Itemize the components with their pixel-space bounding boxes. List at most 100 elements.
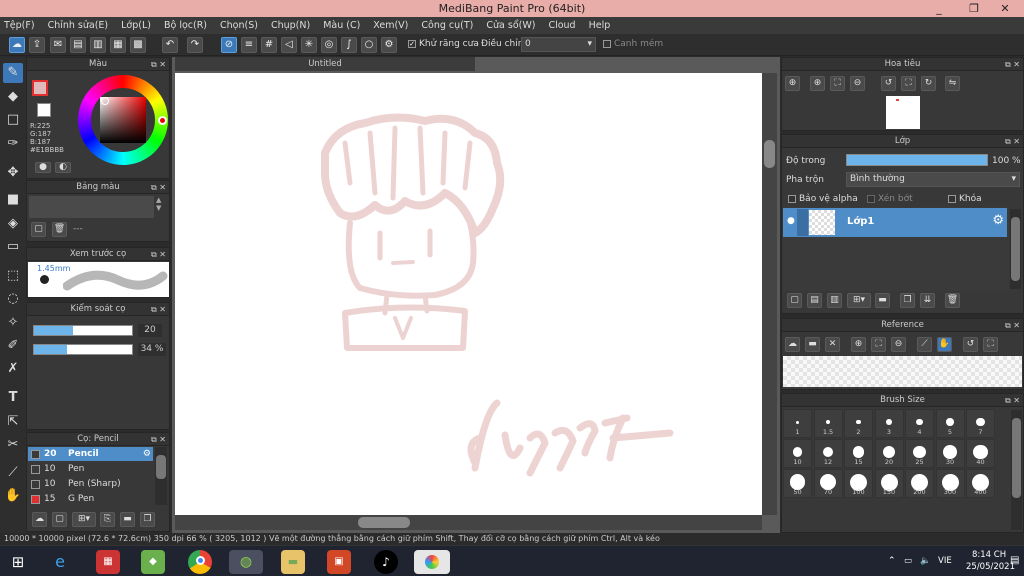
antialias-checkbox[interactable]: ✓	[408, 39, 416, 48]
reset-view-icon[interactable]: ⛶	[901, 76, 916, 91]
layer-folder-icon[interactable]: ▬	[875, 293, 890, 308]
circle-snap-icon[interactable]: ◎	[321, 37, 337, 53]
brush-size-cell[interactable]: 400	[966, 469, 995, 498]
brush-size-cell[interactable]: 50	[783, 469, 812, 498]
document-tab[interactable]: Untitled	[175, 57, 475, 71]
brush-item-pencil[interactable]: 20 Pencil ⚙	[28, 447, 153, 461]
zoom-out-icon[interactable]: ⊖	[850, 76, 865, 91]
brush-size-scrollbar[interactable]	[1011, 410, 1022, 530]
add-brush-icon[interactable]: ⊞▾	[72, 512, 96, 527]
eraser-tool-icon[interactable]: ◆	[3, 87, 23, 107]
select-eraser-tool-icon[interactable]: ✗	[3, 359, 23, 379]
layer-row[interactable]: ● Lớp1 ⚙	[783, 208, 1007, 237]
merge-layer-icon[interactable]: ⇊	[920, 293, 935, 308]
undo-icon[interactable]: ↶	[162, 37, 178, 53]
clock-time[interactable]: 8:14 CH	[972, 550, 1006, 560]
foreground-color-swatch[interactable]	[32, 80, 48, 96]
document-icon[interactable]: ▤	[70, 37, 86, 53]
cloud-icon[interactable]: ☁	[9, 37, 25, 53]
antialias-toggle[interactable]: ✓ Khử răng cưa	[408, 39, 479, 49]
magic-wand-tool-icon[interactable]: ✧	[3, 313, 23, 333]
vanishing-snap-icon[interactable]: ◁	[281, 37, 297, 53]
duplicate-layer-icon[interactable]: ❐	[900, 293, 915, 308]
snap-off-icon[interactable]: ⊘	[221, 37, 237, 53]
maximize-button[interactable]: ❐	[960, 0, 988, 17]
new-halftone-layer-icon[interactable]: ▤	[807, 293, 822, 308]
menu-select[interactable]: Chọn(S)	[220, 20, 258, 31]
pen-tool-icon[interactable]: ✑	[3, 134, 23, 154]
snap-soft-checkbox[interactable]	[603, 39, 611, 48]
menu-filter[interactable]: Bộ lọc(R)	[164, 20, 207, 31]
brush-copy-icon[interactable]: ⎘	[100, 512, 115, 527]
bluestacks-icon[interactable]: ◆	[141, 550, 165, 574]
zoom-in-alt-icon[interactable]: ⊕	[810, 76, 825, 91]
canvas-horizontal-scrollbar[interactable]	[175, 515, 762, 530]
snap-soft-toggle[interactable]: Canh mém	[603, 39, 663, 49]
reference-fit-icon[interactable]: ⛶	[871, 337, 886, 352]
new-brush-icon[interactable]: ▢	[52, 512, 67, 527]
panel-close-icon[interactable]: ⧉ ✕	[151, 58, 166, 71]
brush-item-pen[interactable]: 10 Pen	[28, 462, 153, 476]
menu-window[interactable]: Cửa sổ(W)	[486, 20, 535, 31]
tray-chevron-icon[interactable]: ⌃	[888, 556, 896, 566]
eyedropper-tool-icon[interactable]: ⟋	[3, 463, 23, 483]
navigator-thumbnail[interactable]	[886, 96, 920, 129]
panel-close-icon[interactable]: ⧉ ✕	[1005, 394, 1020, 407]
menu-color[interactable]: Màu (C)	[323, 20, 360, 31]
move-tool-icon[interactable]: ✥	[3, 163, 23, 183]
radial-snap-icon[interactable]: ✳	[301, 37, 317, 53]
panel-close-icon[interactable]: ⧉ ✕	[1005, 135, 1020, 148]
dot-tool-icon[interactable]: □	[3, 110, 23, 130]
new-palette-icon[interactable]: ▢	[31, 222, 46, 237]
powerpoint-icon[interactable]: ▣	[327, 550, 351, 574]
brush-size-cell[interactable]: 4	[905, 409, 934, 438]
palette-swatch-area[interactable]	[29, 196, 154, 218]
operation-tool-icon[interactable]: ⇱	[3, 412, 23, 432]
clock-date[interactable]: 25/05/2021	[966, 562, 1015, 572]
edge-icon[interactable]: e	[48, 550, 72, 574]
brush-size-slider[interactable]	[33, 325, 133, 336]
correction-select[interactable]: 0 ▾	[521, 37, 596, 52]
file-explorer-icon[interactable]: ▬	[281, 550, 305, 574]
chrome-icon[interactable]	[188, 550, 212, 574]
lasso-tool-icon[interactable]: ◌	[3, 289, 23, 309]
clip-toggle[interactable]: Xén bớt	[867, 194, 913, 204]
brush-size-cell[interactable]: 200	[905, 469, 934, 498]
volume-icon[interactable]: 🔈	[920, 556, 931, 566]
palette-scroll-icon[interactable]: ▲ ▼	[156, 196, 161, 212]
menu-cloud[interactable]: Cloud	[548, 20, 575, 31]
menu-tools[interactable]: Công cụ(T)	[421, 20, 473, 31]
parallel-snap-icon[interactable]: ≡	[241, 37, 257, 53]
grid-icon[interactable]: ▩	[130, 37, 146, 53]
reference-reset-icon[interactable]: ⛶	[983, 337, 998, 352]
brush-cloud-icon[interactable]: ☁	[32, 512, 47, 527]
lock-checkbox[interactable]	[948, 194, 956, 203]
delete-layer-icon[interactable]: 🗑	[945, 293, 960, 308]
gear-icon[interactable]: ⚙	[992, 213, 1004, 228]
windows-start-icon[interactable]: ⊞	[6, 550, 30, 574]
menu-file[interactable]: Tệp(F)	[4, 20, 35, 31]
app-grid-icon[interactable]: ▦	[96, 550, 120, 574]
brush-item-g-pen[interactable]: 15 G Pen	[28, 492, 153, 506]
brush-size-cell[interactable]: 1	[783, 409, 812, 438]
brush-size-cell[interactable]: 1.5	[813, 409, 843, 438]
rotate-right-icon[interactable]: ↻	[921, 76, 936, 91]
drawing-canvas[interactable]	[175, 73, 762, 515]
share-icon[interactable]: ⇪	[29, 37, 45, 53]
menu-view[interactable]: Xem(V)	[373, 20, 408, 31]
brush-tool-icon[interactable]: ✎	[3, 63, 23, 83]
brush-size-cell[interactable]: 2	[844, 409, 873, 438]
brush-size-cell[interactable]: 3	[874, 409, 904, 438]
sv-picker-handle[interactable]	[101, 97, 109, 105]
brush-size-cell[interactable]: 40	[966, 439, 995, 468]
gradient-tool-icon[interactable]: ▭	[3, 237, 23, 257]
brush-list-scrollbar[interactable]	[155, 447, 167, 505]
hue-wheel[interactable]	[78, 75, 168, 165]
menu-edit[interactable]: Chỉnh sửa(E)	[48, 20, 109, 31]
new-8bit-layer-icon[interactable]: ▥	[827, 293, 842, 308]
brush-size-cell[interactable]: 7	[966, 409, 995, 438]
brush-item-pen-sharp[interactable]: 10 Pen (Sharp)	[28, 477, 153, 491]
shape-fill-tool-icon[interactable]: ■	[3, 190, 23, 210]
layer-opacity-slider[interactable]	[846, 154, 988, 166]
brush-duplicate-icon[interactable]: ❐	[140, 512, 155, 527]
